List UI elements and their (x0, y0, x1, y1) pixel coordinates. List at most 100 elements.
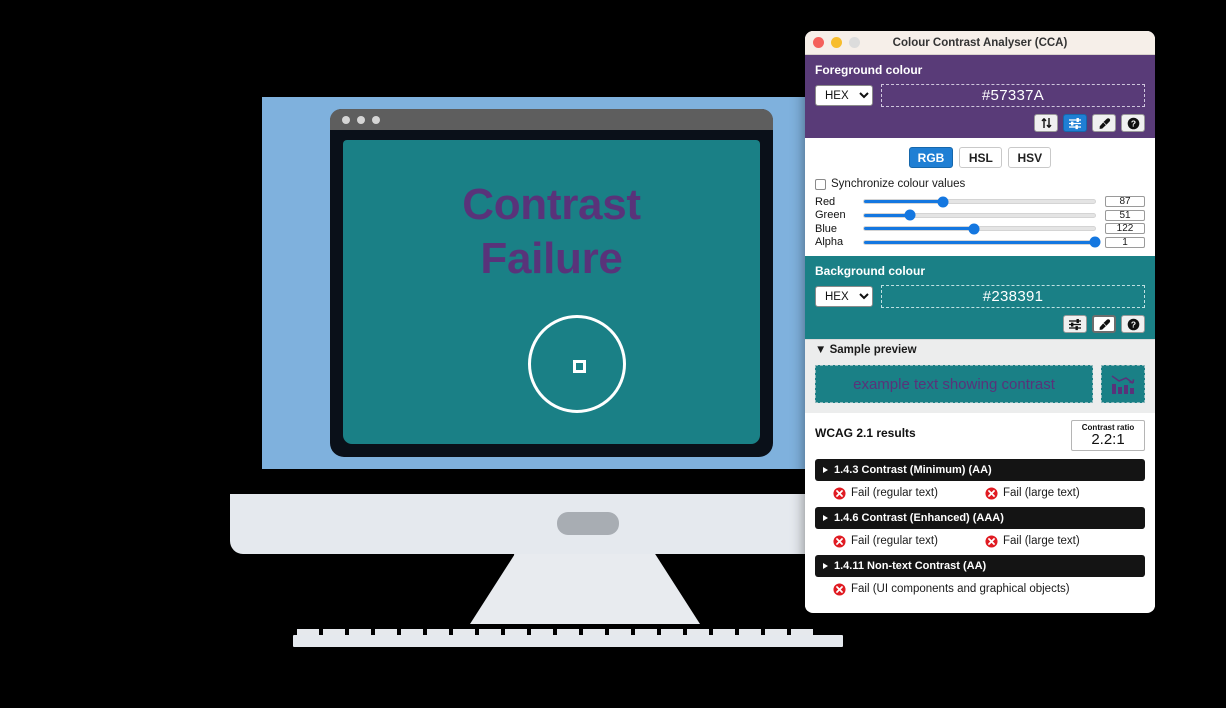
monitor-chin (230, 494, 860, 554)
fail-icon (833, 535, 846, 548)
chevron-right-icon (823, 514, 828, 521)
chevron-right-icon (823, 466, 828, 473)
results-title: WCAG 2.1 results (815, 426, 916, 440)
criterion-header-1411[interactable]: 1.4.11 Non-text Contrast (AA) (815, 554, 1145, 577)
result-text-146-regular: Fail (regular text) (851, 535, 938, 548)
monitor-logo-notch (557, 512, 619, 535)
sample-text-preview: example text showing contrast (815, 365, 1093, 403)
background-eyedropper-button[interactable] (1092, 315, 1116, 333)
result-text-1411-nontext: Fail (UI components and graphical object… (851, 583, 1070, 596)
results-header-row: WCAG 2.1 results Contrast ratio 2.2:1 (815, 420, 1145, 451)
slider-track-blue[interactable] (863, 223, 1096, 235)
criterion-label-1411: 1.4.11 Non-text Contrast (AA) (834, 559, 987, 572)
slider-row-blue: Blue 122 (815, 222, 1145, 236)
background-tool-buttons: ? (815, 315, 1145, 333)
fail-icon (985, 535, 998, 548)
foreground-help-button[interactable]: ? (1121, 114, 1145, 132)
result-text-146-large: Fail (large text) (1003, 535, 1080, 548)
background-section-label: Background colour (815, 264, 926, 278)
monitor-illustration: Contrast Failure (0, 0, 900, 708)
colour-sliders-button[interactable] (1063, 114, 1087, 132)
colour-model-tabs: RGB HSL HSV (815, 147, 1145, 168)
slider-thumb-alpha[interactable] (1089, 236, 1101, 248)
background-help-button[interactable]: ? (1121, 315, 1145, 333)
foreground-eyedropper-button[interactable] (1092, 114, 1116, 132)
criterion-results-146: Fail (regular text) Fail (large text) (815, 529, 1145, 555)
slider-row-red: Red 87 (815, 195, 1145, 209)
background-colour-row: HEX #238391 (815, 285, 1145, 308)
criterion-label-143: 1.4.3 Contrast (Minimum) (AA) (834, 463, 992, 476)
slider-label-green: Green (815, 209, 846, 222)
contrast-ratio-value: 2.2:1 (1091, 431, 1125, 448)
result-143-regular: Fail (regular text) (833, 487, 985, 500)
sliders-icon (1069, 318, 1081, 330)
slider-label-blue: Blue (815, 222, 838, 235)
sample-graphic-preview (1101, 365, 1145, 403)
colour-model-tabs-area: RGB HSL HSV (805, 138, 1155, 174)
slider-value-red[interactable]: 87 (1105, 196, 1145, 208)
page-headline-line2: Failure (480, 233, 623, 283)
bar-chart-icon (1111, 374, 1134, 394)
tab-hsl[interactable]: HSL (959, 147, 1003, 168)
result-text-143-regular: Fail (regular text) (851, 487, 938, 500)
tab-rgb[interactable]: RGB (908, 147, 954, 168)
result-text-143-large: Fail (large text) (1003, 487, 1080, 500)
sample-preview-header[interactable]: ▼ Sample preview (805, 339, 1155, 360)
maximize-button[interactable] (849, 37, 860, 48)
foreground-hex-input[interactable]: #57337A (881, 84, 1145, 107)
result-1411-nontext: Fail (UI components and graphical object… (833, 583, 1070, 596)
tab-hsv[interactable]: HSV (1008, 147, 1052, 168)
minimize-button[interactable] (831, 37, 842, 48)
monitor-stand (470, 554, 700, 624)
cca-app-window: Colour Contrast Analyser (CCA) Foregroun… (805, 31, 1155, 613)
slider-thumb-blue[interactable] (968, 223, 980, 235)
result-146-large: Fail (large text) (985, 535, 1080, 548)
browser-dot-1 (342, 116, 350, 124)
foreground-colour-section: Foreground colour HEX #57337A ? (805, 55, 1155, 138)
svg-text:?: ? (1130, 319, 1135, 329)
keyboard-body (293, 635, 843, 647)
sample-preview-body: example text showing contrast (805, 360, 1155, 413)
page-headline: Contrast Failure (343, 178, 760, 285)
background-hex-input[interactable]: #238391 (881, 285, 1145, 308)
slider-thumb-red[interactable] (937, 196, 949, 208)
result-146-regular: Fail (regular text) (833, 535, 985, 548)
fail-icon (833, 487, 846, 500)
svg-text:?: ? (1130, 118, 1135, 128)
browser-viewport: Contrast Failure (343, 140, 760, 444)
background-format-select[interactable]: HEX (815, 286, 873, 307)
slider-track-red[interactable] (863, 196, 1096, 208)
criterion-header-143[interactable]: 1.4.3 Contrast (Minimum) (AA) (815, 458, 1145, 481)
page-headline-line1: Contrast (462, 180, 641, 229)
browser-window-mock: Contrast Failure (330, 109, 773, 457)
background-sliders-button[interactable] (1063, 315, 1087, 333)
slider-track-green[interactable] (863, 209, 1096, 221)
swap-colours-button[interactable] (1034, 114, 1058, 132)
slider-value-alpha[interactable]: 1 (1105, 236, 1145, 248)
synchronize-checkbox[interactable] (815, 178, 826, 190)
criterion-label-146: 1.4.6 Contrast (Enhanced) (AAA) (834, 511, 1004, 524)
foreground-tool-buttons: ? (815, 114, 1145, 132)
eyedropper-magnifier-icon (528, 315, 626, 413)
criterion-results-1411: Fail (UI components and graphical object… (815, 577, 1145, 603)
help-icon: ? (1127, 318, 1139, 330)
slider-value-green[interactable]: 51 (1105, 209, 1145, 221)
close-button[interactable] (813, 37, 824, 48)
slider-track-alpha[interactable] (863, 236, 1101, 248)
swap-icon (1040, 118, 1052, 128)
criterion-results-143: Fail (regular text) Fail (large text) (815, 481, 1145, 507)
contrast-ratio-box: Contrast ratio 2.2:1 (1071, 420, 1145, 451)
foreground-format-select[interactable]: HEX (815, 85, 873, 106)
fail-icon (985, 487, 998, 500)
synchronize-colour-values-row[interactable]: Synchronize colour values (805, 174, 1155, 195)
slider-label-red: Red (815, 195, 836, 208)
slider-thumb-green[interactable] (904, 209, 916, 221)
chevron-right-icon (823, 562, 828, 569)
foreground-colour-row: HEX #57337A (815, 84, 1145, 107)
slider-value-blue[interactable]: 122 (1105, 223, 1145, 235)
browser-dot-3 (372, 116, 380, 124)
window-controls (813, 37, 860, 48)
slider-row-alpha: Alpha 1 (815, 236, 1145, 250)
criterion-header-146[interactable]: 1.4.6 Contrast (Enhanced) (AAA) (815, 506, 1145, 529)
slider-row-green: Green 51 (815, 209, 1145, 223)
